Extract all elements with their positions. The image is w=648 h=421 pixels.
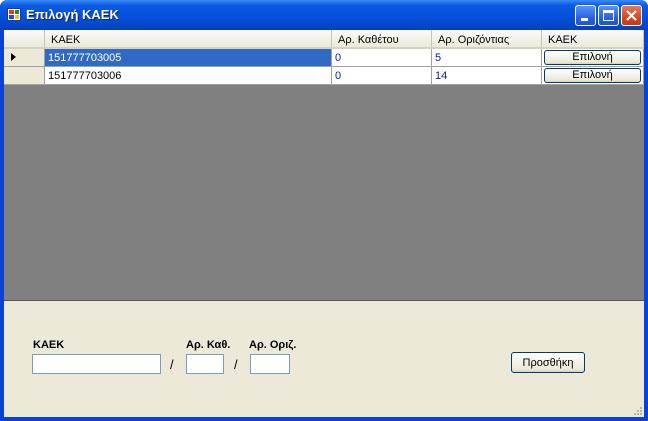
maximize-button[interactable] — [598, 5, 619, 26]
minimize-icon — [581, 18, 588, 21]
maximize-icon — [603, 10, 614, 21]
column-header-orizontias[interactable]: Αρ. Οριζόντιας — [432, 30, 542, 49]
cell-action: Επιλονή — [542, 49, 644, 67]
add-button[interactable]: Προσθήκη — [511, 352, 585, 373]
grid-corner-header[interactable] — [4, 30, 45, 49]
row-header[interactable] — [4, 49, 45, 67]
kath-label: Αρ. Καθ. — [186, 339, 231, 351]
window: Επιλογή ΚΑΕΚ ΚΑΕΚ Αρ. Καθέτου Αρ. Οριζόν… — [0, 0, 648, 421]
cell-action: Επιλονή — [542, 67, 644, 85]
separator: / — [234, 357, 238, 372]
column-header-kaek-action[interactable]: ΚΑΕΚ — [542, 30, 644, 49]
app-icon — [7, 8, 21, 21]
oriz-label: Αρ. Οριζ. — [249, 339, 297, 351]
cell-orizontias[interactable]: 14 — [432, 67, 542, 85]
select-row-button[interactable]: Επιλονή — [544, 50, 641, 65]
close-icon — [626, 10, 637, 21]
oriz-input[interactable] — [250, 354, 290, 374]
close-button[interactable] — [621, 5, 642, 26]
kaek-label: ΚΑΕΚ — [33, 339, 65, 351]
kaek-input[interactable] — [32, 354, 161, 374]
cell-orizontias[interactable]: 5 — [432, 49, 542, 67]
client-area: ΚΑΕΚ Αρ. Καθέτου Αρ. Οριζόντιας ΚΑΕΚ 151… — [4, 30, 644, 417]
separator: / — [170, 357, 174, 372]
column-header-kaek[interactable]: ΚΑΕΚ — [45, 30, 332, 49]
select-row-button[interactable]: Επιλονή — [544, 68, 641, 83]
current-row-arrow-icon — [11, 53, 16, 61]
cell-kaek[interactable]: 151777703005 — [45, 49, 332, 67]
row-header[interactable] — [4, 67, 45, 85]
cell-kathetou[interactable]: 0 — [332, 49, 432, 67]
cell-kaek[interactable]: 151777703006 — [45, 67, 332, 85]
cell-kathetou[interactable]: 0 — [332, 67, 432, 85]
kath-input[interactable] — [186, 354, 224, 374]
data-grid[interactable]: ΚΑΕΚ Αρ. Καθέτου Αρ. Οριζόντιας ΚΑΕΚ 151… — [4, 30, 644, 301]
column-header-kathetou[interactable]: Αρ. Καθέτου — [332, 30, 432, 49]
minimize-button[interactable] — [575, 5, 596, 26]
title-bar[interactable]: Επιλογή ΚΑΕΚ — [0, 0, 648, 30]
resize-grip-icon[interactable] — [632, 405, 642, 415]
window-title: Επιλογή ΚΑΕΚ — [26, 7, 119, 22]
